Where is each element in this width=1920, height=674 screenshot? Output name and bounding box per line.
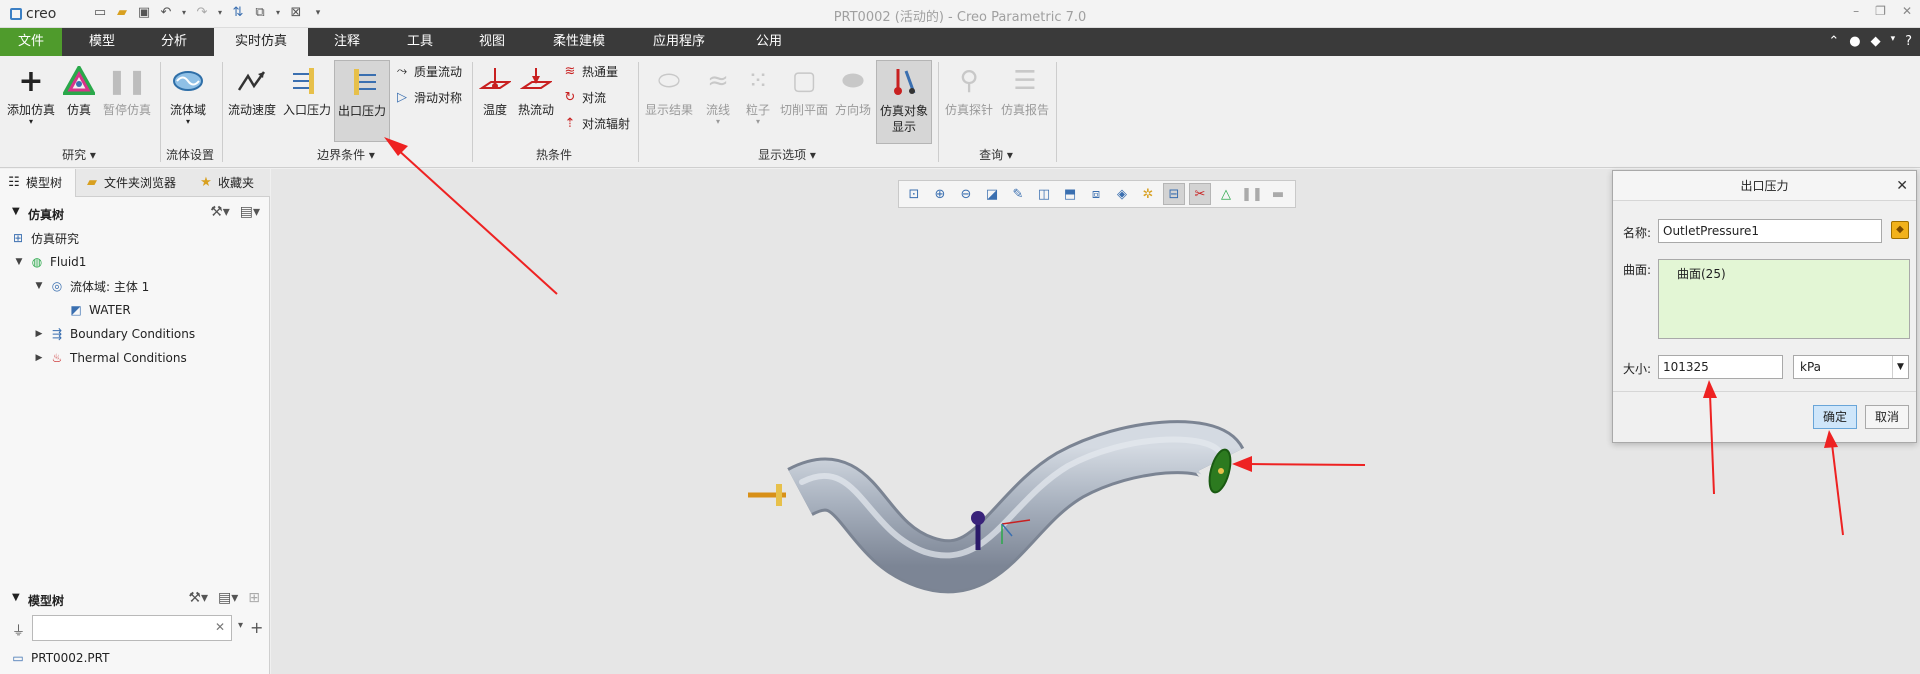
annotation-arrow <box>1831 443 1844 536</box>
creo-window: creo ▭ ▰ ▣ ↶ ▾ ↷ ▾ ⇅ ⧉ ▾ ⊠ ▾ PRT0002 (活动… <box>0 0 1920 674</box>
annotation-arrowhead <box>1232 456 1252 472</box>
annotation-arrowhead <box>1824 430 1838 448</box>
annotation-arrow <box>1709 393 1715 495</box>
annotation-arrow <box>395 147 558 295</box>
annotation-arrowhead <box>1703 380 1717 398</box>
annotation-arrow <box>1247 463 1366 466</box>
annotation-arrowhead <box>384 137 408 156</box>
annotation-arrows <box>384 137 1844 536</box>
